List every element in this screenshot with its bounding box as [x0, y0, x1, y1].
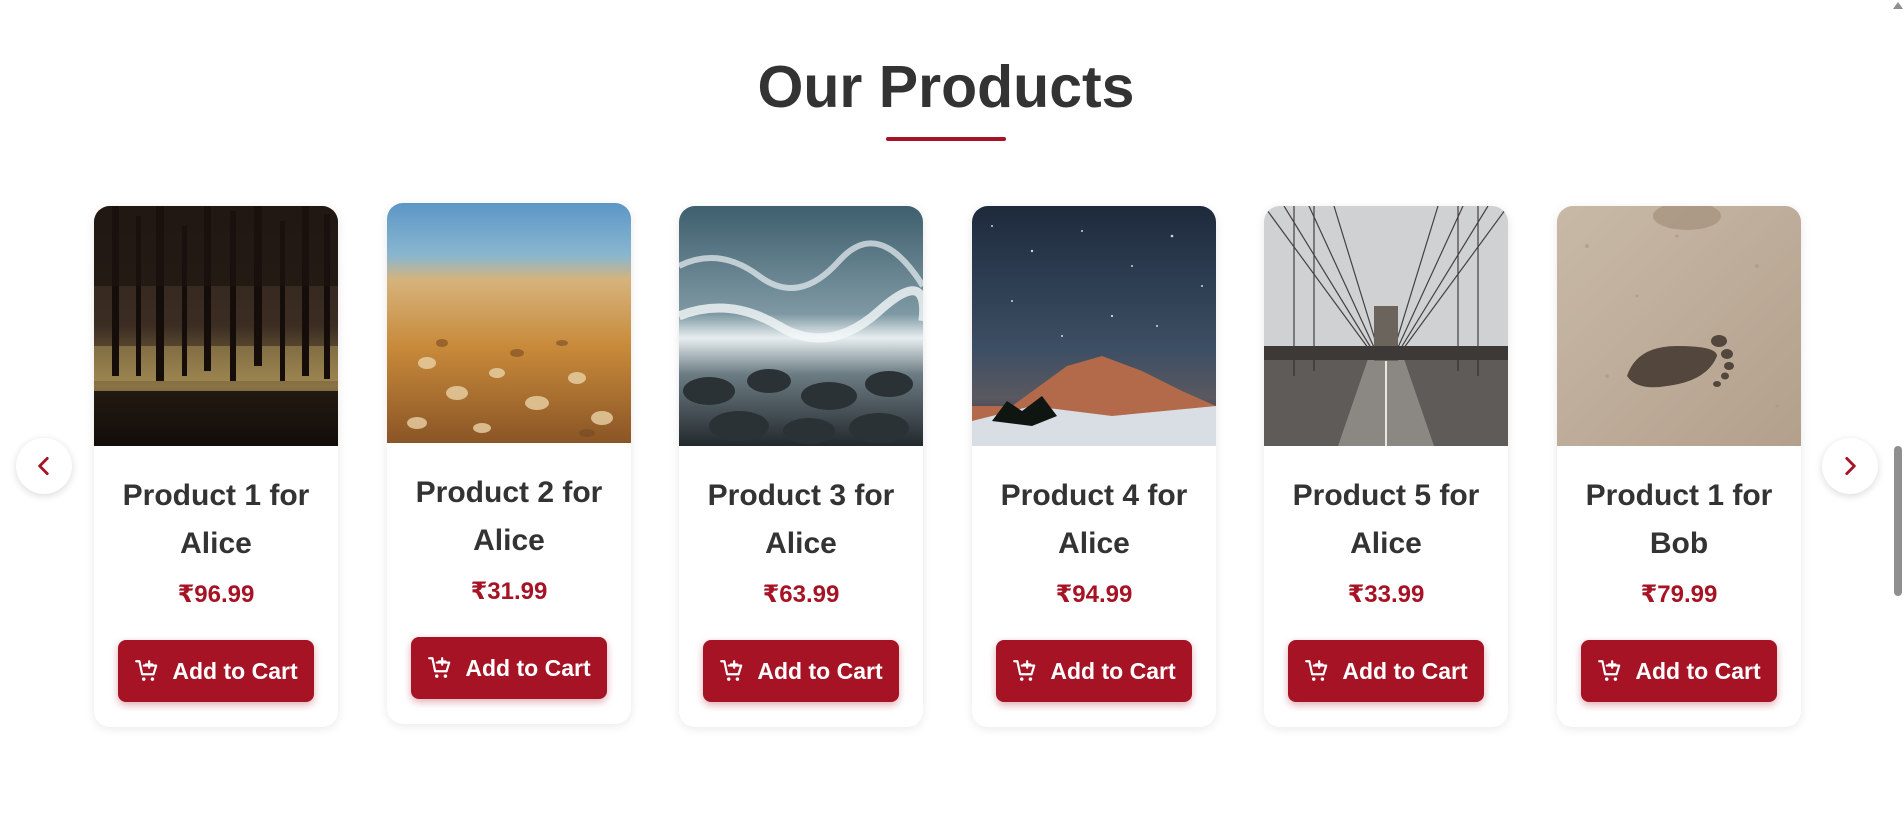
add-to-cart-button[interactable]: Add to Cart — [1581, 640, 1777, 702]
product-name: Product 4 for Alice — [1000, 479, 1188, 560]
add-to-cart-button[interactable]: Add to Cart — [118, 640, 314, 702]
product-name: Product 5 for Alice — [1292, 479, 1480, 560]
cart-plus-icon — [1598, 660, 1621, 681]
carousel-prev-button[interactable] — [16, 438, 72, 494]
product-image[interactable] — [679, 206, 923, 446]
add-to-cart-button[interactable]: Add to Cart — [1288, 640, 1484, 702]
cart-plus-icon — [1013, 660, 1036, 681]
add-to-cart-label: Add to Cart — [757, 657, 883, 684]
chevron-left-icon — [38, 457, 49, 475]
cart-plus-icon — [720, 660, 743, 681]
product-price: ₹96.99 — [177, 581, 255, 608]
product-price: ₹94.99 — [1055, 581, 1133, 608]
cart-plus-icon — [1305, 660, 1328, 681]
add-to-cart-button[interactable]: Add to Cart — [703, 640, 899, 702]
carousel-next-button[interactable] — [1822, 438, 1878, 494]
add-to-cart-label: Add to Cart — [172, 657, 298, 684]
product-card: Product 5 for Alice ₹33.99 Add to Cart — [1264, 206, 1508, 727]
page-scrollbar[interactable] — [1892, 0, 1904, 813]
product-carousel: Product 1 for Alice ₹96.99 Add to Cart P… — [0, 0, 1904, 813]
product-card: Product 4 for Alice ₹94.99 Add to Cart — [972, 206, 1216, 727]
scrollbar-thumb[interactable] — [1894, 446, 1902, 596]
product-name: Product 3 for Alice — [707, 479, 895, 560]
product-card: Product 1 for Alice ₹96.99 Add to Cart — [94, 206, 338, 727]
add-to-cart-button[interactable]: Add to Cart — [411, 637, 607, 699]
product-image[interactable] — [1557, 206, 1801, 446]
product-image[interactable] — [94, 206, 338, 446]
product-image[interactable] — [387, 203, 631, 443]
product-price: ₹33.99 — [1347, 581, 1425, 608]
cart-plus-icon — [135, 660, 158, 681]
product-card: Product 2 for Alice ₹31.99 Add to Cart — [387, 203, 631, 724]
product-name: Product 1 for Bob — [1585, 479, 1773, 560]
add-to-cart-label: Add to Cart — [1050, 657, 1176, 684]
add-to-cart-button[interactable]: Add to Cart — [996, 640, 1192, 702]
product-image[interactable] — [972, 206, 1216, 446]
product-price: ₹31.99 — [470, 578, 548, 605]
product-card: Product 1 for Bob ₹79.99 Add to Cart — [1557, 206, 1801, 727]
add-to-cart-label: Add to Cart — [1635, 657, 1761, 684]
cart-plus-icon — [428, 657, 451, 678]
product-name: Product 1 for Alice — [122, 479, 310, 560]
product-name: Product 2 for Alice — [415, 476, 603, 557]
product-image[interactable] — [1264, 206, 1508, 446]
product-price: ₹79.99 — [1640, 581, 1718, 608]
add-to-cart-label: Add to Cart — [1342, 657, 1468, 684]
product-card: Product 3 for Alice ₹63.99 Add to Cart — [679, 206, 923, 727]
add-to-cart-label: Add to Cart — [465, 654, 591, 681]
product-price: ₹63.99 — [762, 581, 840, 608]
chevron-right-icon — [1845, 457, 1856, 475]
scroll-up-icon[interactable] — [1893, 2, 1903, 9]
